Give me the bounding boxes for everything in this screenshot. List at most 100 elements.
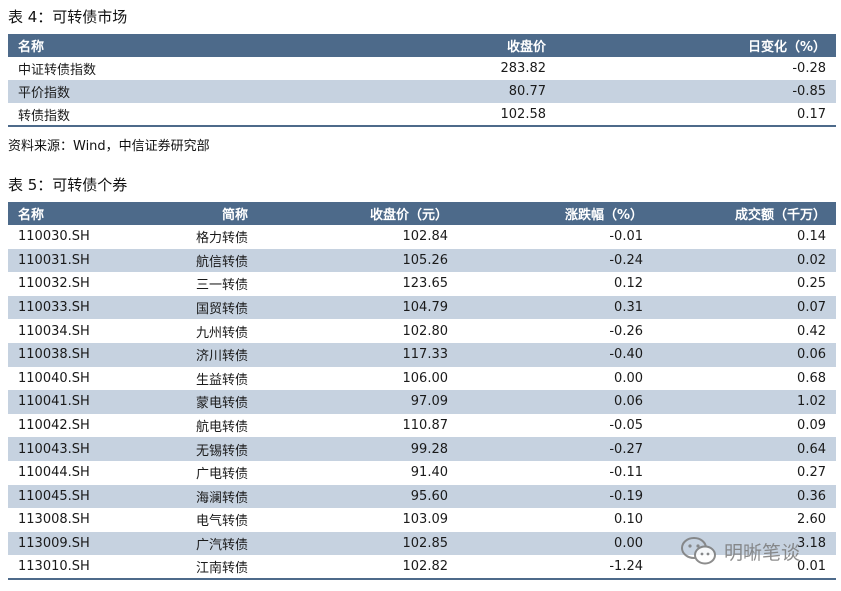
table5-cell-change: -0.01 [609, 229, 643, 245]
table5-cell-code: 110041.SH [8, 390, 133, 414]
table5-row: 110044.SH 广电转债 91.40 -0.11 0.27 [8, 461, 836, 485]
table4-cell-name: 中证转债指数 [18, 63, 97, 78]
table5-cell-close: 105.26 [258, 248, 458, 273]
table5-cell-change: -0.11 [609, 465, 643, 481]
table5-cell-short-name: 国贸转债 [133, 295, 258, 320]
table5-cell-short-name: 江南转债 [133, 555, 258, 580]
table4-cell-close: 102.58 [300, 103, 556, 127]
table5-cell-close: 106.00 [402, 370, 449, 386]
table5-cell-change: -0.26 [609, 323, 643, 339]
table5-cell-short-name: 航电转债 [195, 420, 248, 436]
table5-cell-turnover: 0.68 [797, 370, 826, 386]
table5-caption: 表 5：可转债个券 [8, 176, 128, 194]
page: 表 4：可转债市场 名称 收盘价 日变化（%） 中证转债指数 283.82 -0.2… [0, 0, 841, 591]
table5-cell-code: 110043.SH [8, 437, 133, 461]
table5-cell-short-name: 电气转债 [195, 514, 248, 530]
table4-source: 资料来源：Wind，中信证券研究部 [8, 139, 210, 154]
table5-cell-code: 110033.SH [8, 295, 133, 320]
table5-cell-change: -1.24 [458, 555, 653, 580]
watermark-text: 明晰笔谈 [724, 541, 801, 564]
table5-cell-code: 110038.SH [8, 342, 133, 367]
table5-cell-code: 110042.SH [18, 418, 90, 434]
table5-cell-code: 110032.SH [18, 276, 90, 292]
table5-header-short-name: 简称 [133, 202, 258, 225]
table4-header-row: 名称 收盘价 日变化（%） [8, 34, 836, 57]
table5-cell-code: 113008.SH [18, 512, 90, 528]
table4-header-name: 名称 [8, 34, 300, 57]
table5-cell-change: 0.06 [458, 390, 653, 414]
table5-cell-short-name: 广汽转债 [133, 531, 258, 556]
table5-cell-close: 102.85 [258, 531, 458, 556]
wechat-icon [681, 537, 716, 565]
table5-row: 110040.SH 生益转债 106.00 0.00 0.68 [8, 367, 836, 391]
table4-cell-close: 80.77 [300, 80, 556, 103]
table4-cell-change: -0.85 [556, 80, 836, 103]
table5-cell-change: 0.31 [458, 295, 653, 320]
table4-caption: 表 4：可转债市场 [8, 8, 128, 26]
table5-row: 110045.SH 海澜转债 95.60 -0.19 0.36 [8, 484, 836, 509]
table5-row: 110043.SH 无锡转债 99.28 -0.27 0.64 [8, 437, 836, 461]
table5-row: 110042.SH 航电转债 110.87 -0.05 0.09 [8, 414, 836, 438]
table5-row: 113008.SH 电气转债 103.09 0.10 2.60 [8, 508, 836, 532]
table5-row: 110033.SH 国贸转债 104.79 0.31 0.07 [8, 295, 836, 320]
table5-cell-close: 97.09 [258, 390, 458, 414]
table5-cell-short-name: 三一转债 [195, 278, 248, 294]
table4-cell-change: -0.28 [792, 61, 826, 76]
table5-cell-close: 95.60 [258, 484, 458, 509]
table4-cell-name: 平价指数 [8, 80, 300, 103]
table4-cell-change: 0.17 [556, 103, 836, 127]
table5-cell-turnover: 0.42 [797, 323, 826, 339]
table4-row: 转债指数 102.58 0.17 [8, 103, 836, 127]
table5-cell-turnover: 0.06 [653, 342, 836, 367]
table4-header-close: 收盘价 [300, 34, 556, 57]
table5-row: 110032.SH 三一转债 123.65 0.12 0.25 [8, 272, 836, 296]
table5-cell-close: 103.09 [402, 512, 449, 528]
table5-cell-close: 102.82 [258, 555, 458, 580]
table5-cell-code: 110045.SH [8, 484, 133, 509]
table5-cell-close: 102.84 [402, 229, 449, 245]
table5-cell-short-name: 蒙电转债 [133, 390, 258, 414]
table5-cell-code: 110030.SH [18, 229, 90, 245]
table5-cell-turnover: 0.09 [797, 418, 826, 434]
table5-row: 110034.SH 九州转债 102.80 -0.26 0.42 [8, 319, 836, 343]
table4-header-change: 日变化（%） [556, 34, 836, 57]
table5-header-code: 名称 [8, 202, 133, 225]
table5-cell-turnover: 0.14 [797, 229, 826, 245]
table5-cell-close: 123.65 [402, 276, 449, 292]
table5-cell-change: -0.05 [609, 418, 643, 434]
table4-row: 平价指数 80.77 -0.85 [8, 80, 836, 103]
table5-cell-close: 99.28 [258, 437, 458, 461]
table5-cell-turnover: 0.02 [653, 248, 836, 273]
table5-cell-short-name: 济川转债 [133, 342, 258, 367]
table5-cell-turnover: 0.25 [797, 276, 826, 292]
table5-cell-close: 91.40 [410, 465, 448, 481]
table5-cell-close: 110.87 [402, 418, 449, 434]
table5-cell-turnover: 0.27 [797, 465, 826, 481]
table5-row: 110038.SH 济川转债 117.33 -0.40 0.06 [8, 342, 836, 367]
table5-cell-short-name: 航信转债 [133, 248, 258, 273]
table5-header-row: 名称 简称 收盘价（元） 涨跌幅（%） 成交额（千万） [8, 202, 836, 225]
table4-cell-close: 283.82 [500, 61, 547, 76]
table5: 名称 简称 收盘价（元） 涨跌幅（%） 成交额（千万） 110030.SH 格力转… [8, 202, 836, 580]
table5-header-change: 涨跌幅（%） [458, 202, 653, 225]
table4: 名称 收盘价 日变化（%） 中证转债指数 283.82 -0.28 平价指数 80.77… [8, 34, 836, 127]
table5-cell-short-name: 无锡转债 [133, 437, 258, 461]
table5-cell-change: 0.00 [614, 370, 643, 386]
table5-cell-close: 117.33 [258, 342, 458, 367]
table5-cell-change: -0.19 [458, 484, 653, 509]
table5-row: 110030.SH 格力转债 102.84 -0.01 0.14 [8, 225, 836, 249]
table5-cell-change: 0.10 [614, 512, 643, 528]
table5-cell-change: -0.24 [458, 248, 653, 273]
table5-cell-code: 110031.SH [8, 248, 133, 273]
table5-cell-code: 113009.SH [8, 531, 133, 556]
table4-cell-name: 转债指数 [8, 103, 300, 127]
table5-cell-change: -0.40 [458, 342, 653, 367]
table5-cell-short-name: 广电转债 [195, 467, 248, 483]
table5-cell-short-name: 格力转债 [195, 231, 248, 247]
table5-cell-turnover: 0.36 [653, 484, 836, 509]
table4-row: 中证转债指数 283.82 -0.28 [8, 57, 836, 80]
table5-cell-change: 0.12 [614, 276, 643, 292]
table5-cell-close: 102.80 [402, 323, 449, 339]
table5-cell-short-name: 九州转债 [195, 325, 248, 341]
table5-cell-change: -0.27 [458, 437, 653, 461]
